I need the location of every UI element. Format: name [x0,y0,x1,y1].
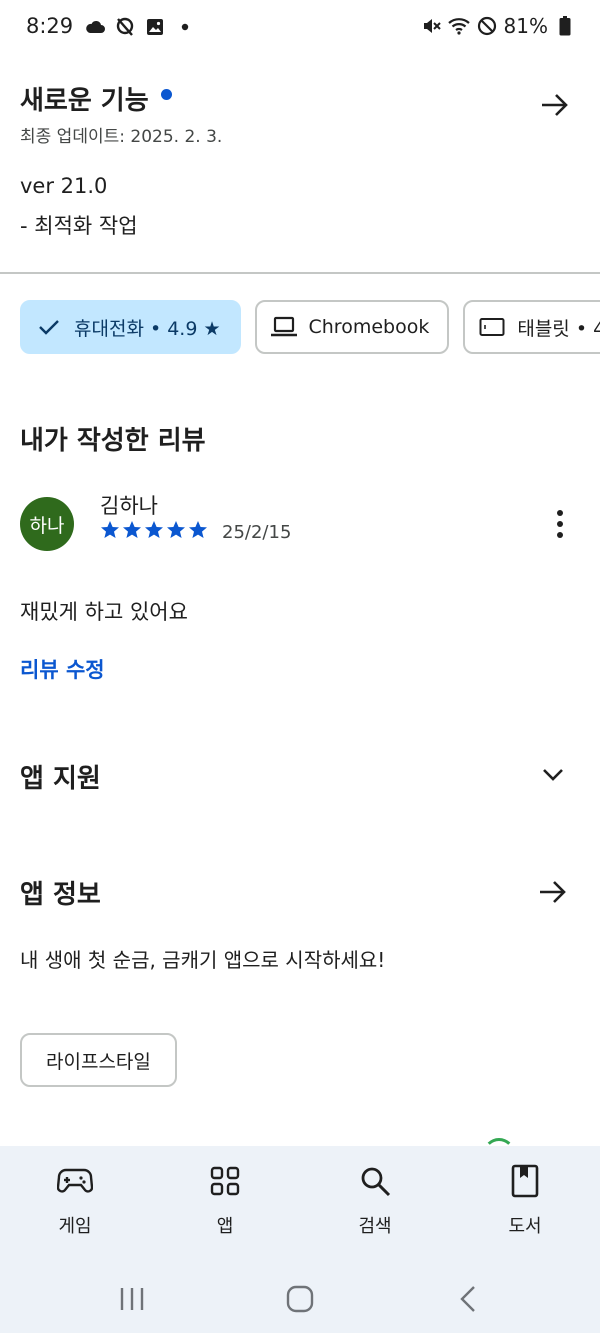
battery-percent: 81% [503,14,548,38]
star-icon [145,521,163,538]
new-indicator-dot [160,89,172,100]
app-info-arrow-icon[interactable] [536,875,570,909]
star-icon [189,521,207,538]
nav-label-books: 도서 [508,1216,542,1237]
status-icons-left [84,16,196,38]
chip-tablet-label: 태블릿 • 4 [517,317,600,340]
nav-label-search: 검색 [358,1216,392,1237]
chip-chromebook-label: Chromebook [308,316,430,338]
nav-item-books[interactable]: 도서 [475,1162,575,1238]
status-icons-right: 81% [420,14,576,38]
cloud-icon [84,16,106,38]
category-chip[interactable]: 라이프스타일 [20,1033,177,1087]
app-description: 내 생애 첫 순금, 금캐기 앱으로 시작하세요! [20,948,386,972]
status-time: 8:29 [26,14,74,38]
edit-review-link[interactable]: 리뷰 수정 [20,654,105,684]
rating-stars [100,520,208,540]
my-review-title: 내가 작성한 리뷰 [20,426,206,456]
laptop-icon [270,314,297,340]
apps-grid-icon [206,1162,244,1200]
star-icon [101,521,119,538]
whats-new-title: 새로운 기능 [20,86,149,116]
app-info-title[interactable]: 앱 정보 [20,874,101,911]
status-bar: 8:29 81% [0,0,600,56]
wifi-icon [447,15,470,37]
chip-phone-label: 휴대전화 • 4.9 ★ [74,317,221,340]
tablet-icon [479,314,505,340]
star-icon [123,521,141,538]
reviewer-name: 김하나 [100,494,158,518]
dot-icon [174,16,196,38]
chip-chromebook[interactable]: Chromebook [254,300,450,354]
chip-tablet[interactable]: 태블릿 • 4 [463,300,600,354]
nav-item-apps[interactable]: 앱 [175,1162,275,1238]
system-nav-bar [0,1266,600,1333]
book-icon [506,1162,544,1200]
nav-label-apps: 앱 [216,1216,234,1237]
version-text: ver 21.0 [20,174,108,198]
last-updated: 최종 업데이트: 2025. 2. 3. [20,127,223,147]
gamepad-icon [56,1162,94,1200]
section-divider [0,272,600,274]
star-icon [167,521,185,538]
battery-icon [554,15,576,37]
back-icon[interactable] [448,1282,488,1316]
review-text: 재밌게 하고 있어요 [20,600,188,624]
check-icon [36,314,62,340]
nav-label-games: 게임 [58,1216,92,1237]
device-chips: 휴대전화 • 4.9 ★ Chromebook 태블릿 • 4 [20,300,600,354]
home-icon[interactable] [280,1282,320,1316]
recent-apps-icon[interactable] [112,1282,152,1316]
do-not-disturb-icon [476,15,498,37]
chevron-down-icon[interactable] [538,760,568,790]
nav-item-search[interactable]: 검색 [325,1162,425,1238]
image-icon [144,16,166,38]
search-icon [356,1162,394,1200]
chip-phone[interactable]: 휴대전화 • 4.9 ★ [20,300,241,354]
mute-icon [420,15,442,37]
whats-new-arrow-icon[interactable] [538,88,572,122]
app-support-title[interactable]: 앱 지원 [20,758,101,795]
whats-new-title-row: 새로운 기능 [20,80,172,117]
bottom-nav: 게임 앱 검색 도서 [0,1138,600,1266]
release-note: - 최적화 작업 [20,214,138,238]
location-off-icon [114,16,136,38]
more-options-icon[interactable] [548,506,572,542]
avatar: 하나 [20,497,74,551]
review-date: 25/2/15 [222,522,292,543]
nav-item-games[interactable]: 게임 [25,1162,125,1238]
